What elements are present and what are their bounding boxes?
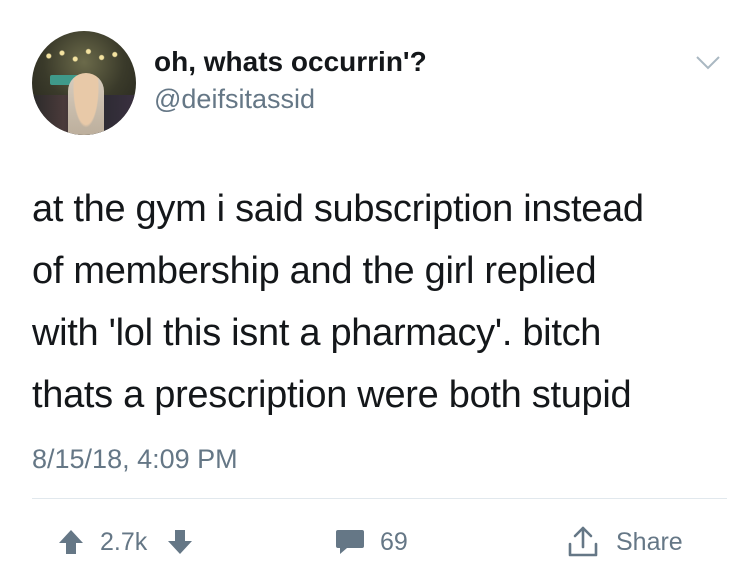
share-button[interactable]: Share xyxy=(566,522,683,562)
vote-group: 2.7k xyxy=(56,522,195,562)
tweet-text-line: thats a prescription were both stupid xyxy=(32,374,632,416)
upvote-count: 2.7k xyxy=(100,527,148,556)
divider xyxy=(32,498,727,499)
tweet-text-line: at the gym i said subscription instead xyxy=(32,188,644,230)
reply-count: 69 xyxy=(380,527,408,556)
avatar[interactable] xyxy=(32,31,136,135)
user-handle[interactable]: @deifsitassid xyxy=(154,84,315,115)
reply-button[interactable]: 69 xyxy=(334,522,408,562)
arrow-down-icon[interactable] xyxy=(165,527,195,557)
tweet-text-line: of membership and the girl replied xyxy=(32,250,597,292)
chevron-down-icon[interactable] xyxy=(695,54,721,72)
avatar-person xyxy=(68,73,104,135)
avatar-lights xyxy=(40,41,128,71)
share-icon xyxy=(566,525,600,559)
arrow-up-icon[interactable] xyxy=(56,527,86,557)
share-label: Share xyxy=(616,527,683,556)
tweet-text-line: with 'lol this isnt a pharmacy'. bitch xyxy=(32,312,602,354)
tweet-text: at the gym i said subscription instead o… xyxy=(32,178,732,426)
timestamp[interactable]: 8/15/18, 4:09 PM xyxy=(32,444,238,475)
comment-icon xyxy=(334,527,366,557)
display-name[interactable]: oh, whats occurrin'? xyxy=(154,46,427,78)
